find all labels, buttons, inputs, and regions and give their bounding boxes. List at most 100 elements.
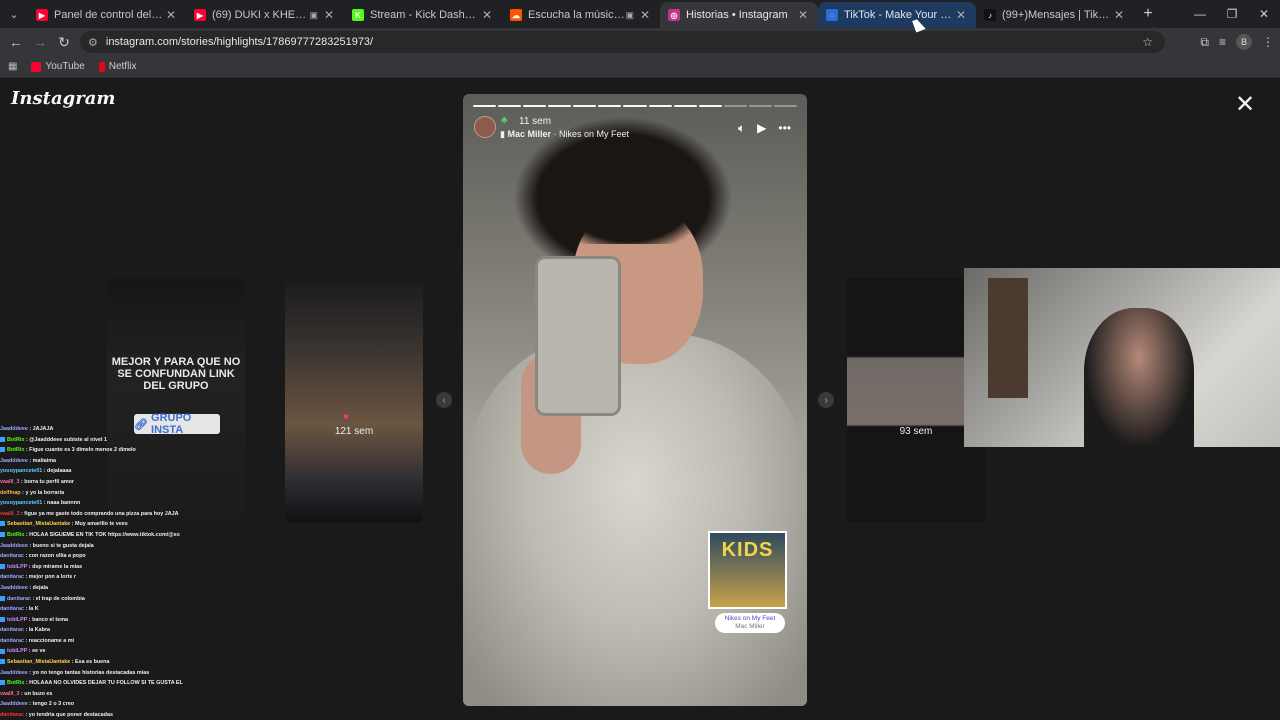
previous-story-arrow[interactable]: ‹	[436, 392, 452, 408]
chat-message: yoooypancete01 : dejalaaaa	[0, 468, 72, 475]
avatar[interactable]	[474, 116, 496, 138]
progress-segment	[498, 105, 522, 107]
chat-badge-icon	[0, 616, 5, 622]
chat-message: BotRix : HOLAAA NO OLVIDES DEJAR TU FOLL…	[0, 678, 200, 689]
tab-media-icon[interactable]: ▣	[309, 10, 318, 21]
new-tab-button[interactable]: +	[1134, 5, 1162, 23]
chat-username: Jaadddeee	[0, 701, 28, 708]
chat-username: tobiLPP	[7, 648, 28, 655]
tab-title: Stream - Kick Dashboard	[370, 9, 480, 21]
volume-icon[interactable]: 🔈︎	[738, 121, 745, 136]
play-icon[interactable]: ▶	[757, 121, 766, 136]
chat-username: vaalll_3	[0, 690, 20, 697]
bookmark-netflix[interactable]: Netflix	[98, 61, 137, 72]
tab-title: (99+)Mensajes | TikTok	[1002, 9, 1112, 21]
close-tab-icon[interactable]: ✕	[164, 8, 178, 22]
chat-username: Sebastian_MistaUantake	[7, 521, 71, 528]
back-icon[interactable]: ←	[4, 34, 28, 50]
chat-username: danitarac	[7, 595, 31, 602]
chat-text: la Kabra	[28, 627, 51, 634]
more-options-icon[interactable]: •••	[778, 121, 791, 136]
url-input[interactable]: ⚙ instagram.com/stories/highlights/17869…	[80, 31, 1165, 53]
chat-text: naaa bannnn	[47, 500, 81, 507]
tab-media-icon[interactable]: ▣	[625, 10, 634, 21]
browser-tab[interactable]: ▶ Panel de control del canal - You✕	[28, 2, 186, 28]
tab-title: TikTok - Make Your Day	[844, 9, 954, 21]
chat-badge-icon	[0, 648, 5, 654]
browser-tab[interactable]: ◌ TikTok - Make Your Day ✕	[818, 2, 976, 28]
tab-title: Historias • Instagram	[686, 9, 788, 21]
chat-text: maltaima	[32, 457, 57, 464]
chat-message: Jaadddeee : maltaima	[0, 457, 57, 464]
profile-avatar[interactable]: B	[1236, 34, 1252, 50]
tab-favicon-icon: ☁	[510, 9, 522, 21]
browser-tab[interactable]: ◎ Historias • Instagram ✕	[660, 2, 818, 28]
chat-username: Jaadddeee	[0, 542, 28, 549]
close-tab-icon[interactable]: ✕	[480, 8, 494, 22]
chat-text: HOLAA SIGUEME EN TIK TOK https://www.tik…	[29, 531, 180, 538]
browser-tab[interactable]: ▶ (69) DUKI x KHEA - HITBOY▣ ✕	[186, 2, 344, 28]
chat-message: danitarac : la Kabra	[0, 627, 51, 634]
story-song[interactable]: ▮ Mac Miller · Nikes on My Feet	[500, 129, 629, 140]
highlight-emoji-icon: ♣	[501, 115, 508, 126]
active-story[interactable]: ♣ 11 sem ▮ Mac Miller · Nikes on My Feet…	[463, 94, 807, 706]
close-window-icon[interactable]: ✕	[1248, 0, 1280, 28]
maximize-icon[interactable]: ❐	[1216, 0, 1248, 28]
tab-title: (69) DUKI x KHEA - HITBOY	[212, 9, 309, 21]
chat-text: JAJAJA	[32, 426, 54, 432]
bookmark-star-icon[interactable]: ☆	[1142, 35, 1153, 49]
chat-text: reaccioname a mi	[28, 637, 75, 644]
chat-username: BotRix	[7, 447, 25, 454]
card-time: 121 sem	[334, 426, 374, 437]
browser-tab[interactable]: ♪ (99+)Mensajes | TikTok ✕	[976, 2, 1134, 28]
reload-icon[interactable]: ↻	[52, 34, 76, 51]
chat-username: Sebastian_MistaUantake	[7, 659, 71, 666]
chat-badge-icon	[0, 659, 5, 665]
progress-segment	[723, 105, 747, 107]
chat-message: tobiLPP : dsp mirame la mias	[0, 562, 200, 573]
story-time: 11 sem	[519, 116, 552, 127]
chat-username: BotRix	[7, 436, 25, 443]
close-tab-icon[interactable]: ✕	[638, 8, 652, 22]
music-sticker[interactable]: Nikes on My Feet Mac Miller	[715, 613, 785, 633]
chat-message: danitarac : el trap de colombia	[0, 594, 200, 605]
close-tab-icon[interactable]: ✕	[1112, 8, 1126, 22]
chat-username: tobiLPP	[7, 563, 28, 570]
close-tab-icon[interactable]: ✕	[322, 8, 336, 22]
progress-segment	[548, 105, 572, 107]
media-controls-icon[interactable]: ≡	[1219, 35, 1226, 49]
next-story-arrow[interactable]: ›	[818, 392, 834, 408]
chat-text: Esa es buena	[75, 659, 110, 666]
close-tab-icon[interactable]: ✕	[954, 8, 968, 22]
progress-segment	[648, 105, 672, 107]
browser-tab[interactable]: ☁ Escucha la música de 𝕱𝕲𝕮▣ ✕	[502, 2, 660, 28]
chat-message: Sebastian_MistaUantake : Muy amarillo te…	[0, 519, 200, 530]
chat-username: yoooypancete01	[0, 468, 43, 475]
chat-text: y yo la borraria	[25, 489, 65, 496]
chat-text: dsp mirame la mias	[32, 563, 83, 570]
apps-grid-icon[interactable]: ▦	[8, 61, 17, 72]
close-tab-icon[interactable]: ✕	[796, 8, 810, 22]
close-story-icon[interactable]: ✕	[1235, 93, 1255, 117]
stream-chat-overlay: Jaadddeee : JAJAJA BotRix : @Jaadddeee su…	[0, 424, 200, 720]
instagram-logo[interactable]: Instagram	[11, 88, 115, 109]
bookmark-youtube[interactable]: YouTube	[31, 61, 85, 72]
chat-text: ee ve	[32, 648, 46, 655]
netflix-icon	[98, 61, 105, 72]
chat-message: BotRix : HOLAA SIGUEME EN TIK TOK https:…	[0, 530, 200, 541]
menu-kebab-icon[interactable]: ⋮	[1262, 35, 1274, 49]
tab-search-chevron-icon[interactable]: ⌄	[0, 0, 28, 28]
story-preview-card-left-2[interactable]: 121 sem ♥	[285, 278, 423, 522]
site-info-icon[interactable]: ⚙	[88, 36, 98, 49]
minimize-icon[interactable]: —	[1184, 0, 1216, 28]
chat-text: con razon ollia a popo	[28, 553, 86, 560]
extensions-icon[interactable]: ⧉	[1200, 35, 1209, 50]
chat-username: danitarac	[0, 606, 24, 613]
forward-icon[interactable]: →	[28, 34, 52, 50]
chat-username: danitarac	[0, 627, 24, 634]
chat-message: tobiLPP : ee ve	[0, 646, 200, 657]
chat-username: delfinap	[0, 489, 21, 496]
browser-tab[interactable]: K Stream - Kick Dashboard✕	[344, 2, 502, 28]
album-sticker[interactable]: KIDS	[708, 531, 787, 609]
chat-text: bueno si te gusta dejala	[32, 542, 94, 549]
